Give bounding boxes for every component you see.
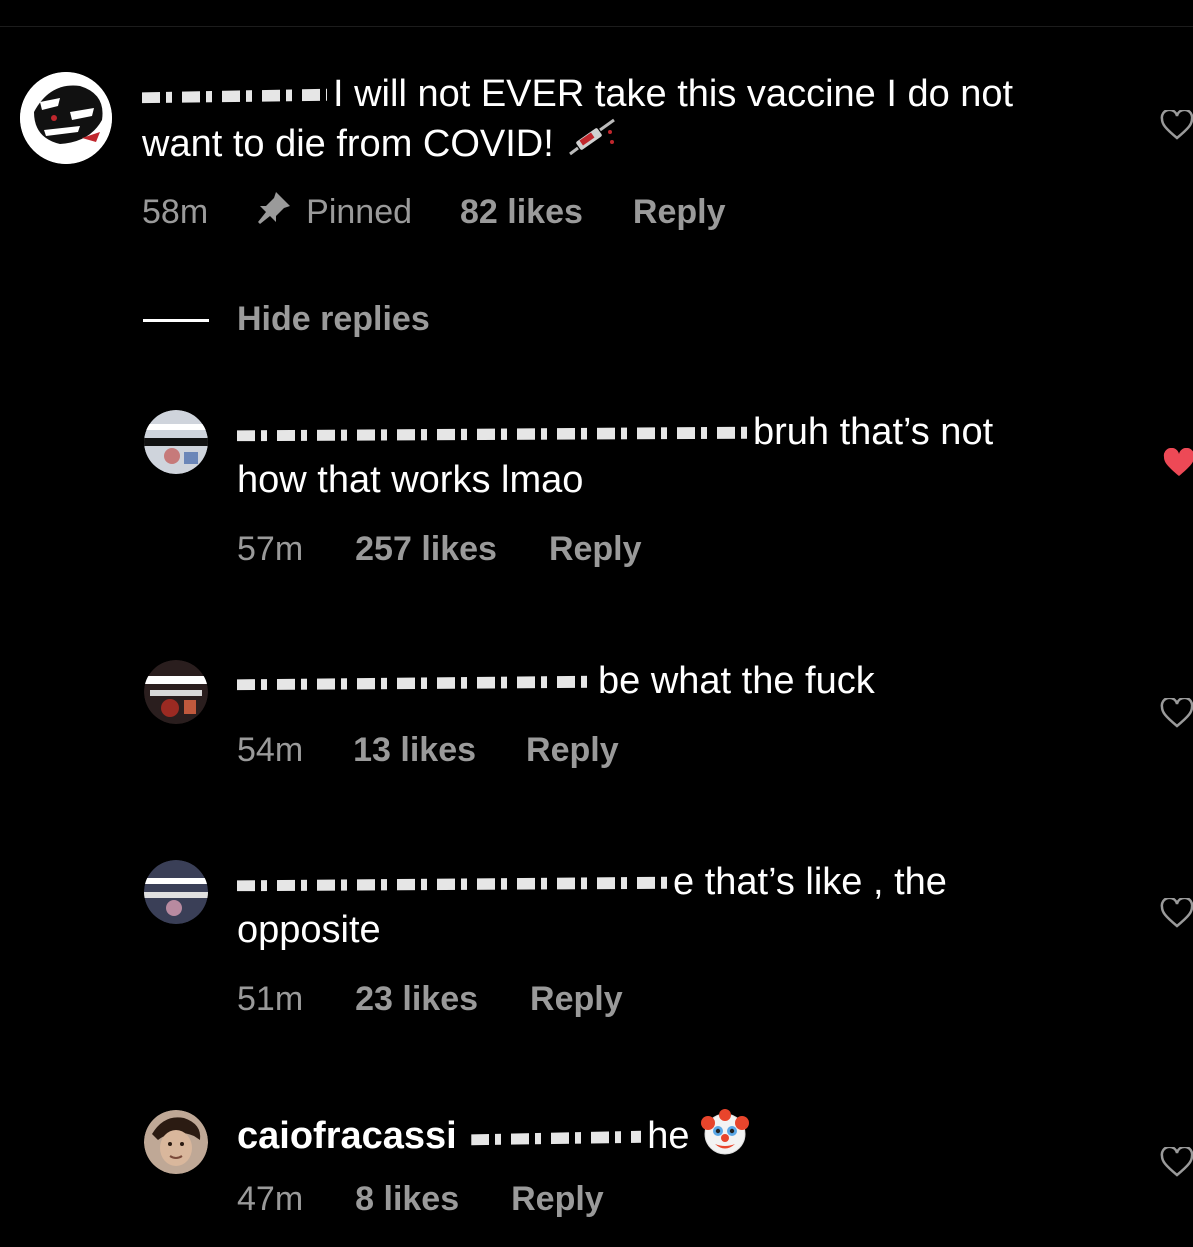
reply-button[interactable]: Reply [549, 530, 642, 569]
likes-count[interactable]: 13 likes [353, 731, 476, 770]
syringe-icon [564, 118, 618, 174]
heart-icon[interactable] [1160, 1145, 1193, 1177]
timestamp: 51m [237, 980, 304, 1018]
avatar[interactable] [144, 660, 208, 724]
heart-icon[interactable] [1162, 447, 1193, 478]
reply-button[interactable]: Reply [526, 731, 619, 770]
timestamp: 47m [237, 1180, 304, 1218]
top-divider [0, 26, 1193, 27]
hide-replies-button[interactable]: Hide replies [237, 300, 430, 339]
comment-meta: 58m Pinned 82 likes Reply [142, 190, 726, 235]
reply-text: bruh that’s not how that works lmao [237, 411, 994, 501]
likes-count[interactable]: 82 likes [460, 193, 583, 232]
reply-text: caiofracassi he [237, 1107, 1077, 1169]
avatar[interactable] [144, 1110, 208, 1174]
timestamp: 58m [142, 193, 209, 231]
timestamp: 57m [237, 530, 304, 568]
reply-button[interactable]: Reply [530, 980, 623, 1019]
reply-meta: 54m 13 likes Reply [237, 731, 619, 770]
heart-icon[interactable] [1160, 108, 1193, 140]
redacted-username [237, 876, 667, 892]
username[interactable]: caiofracassi [237, 1115, 457, 1157]
redacted-username [237, 426, 747, 442]
reply-text: e that’s like , the opposite [237, 861, 947, 951]
comment-text: I will not EVER take this vaccine I do n… [142, 70, 1072, 174]
likes-count[interactable]: 8 likes [355, 1180, 459, 1219]
redacted-username [142, 88, 327, 104]
redacted-text [471, 1130, 642, 1146]
likes-count[interactable]: 257 likes [355, 530, 497, 569]
likes-count[interactable]: 23 likes [355, 980, 478, 1019]
reply-button[interactable]: Reply [511, 1180, 604, 1219]
redacted-username [237, 675, 592, 691]
reply-meta: 57m 257 likes Reply [237, 530, 642, 569]
heart-icon[interactable] [1160, 696, 1193, 728]
heart-icon[interactable] [1160, 896, 1193, 928]
avatar[interactable] [144, 860, 208, 924]
reply-button[interactable]: Reply [633, 193, 726, 232]
pin-icon [254, 190, 292, 235]
clown-face-icon [700, 1107, 750, 1169]
pinned-label: Pinned [306, 193, 413, 231]
avatar[interactable] [20, 72, 112, 164]
avatar[interactable] [144, 410, 208, 474]
reply-text: be what the fuck [237, 657, 1077, 705]
reply-meta: 51m 23 likes Reply [237, 980, 623, 1019]
hide-replies-divider [143, 319, 209, 322]
reply-meta: 47m 8 likes Reply [237, 1180, 604, 1219]
timestamp: 54m [237, 731, 304, 769]
